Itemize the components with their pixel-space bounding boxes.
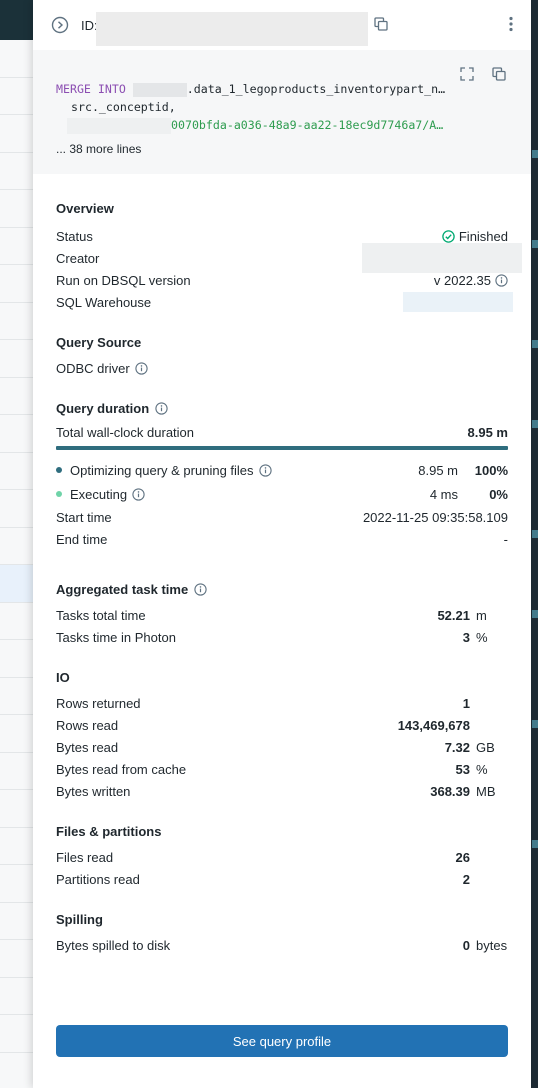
warehouse-redacted[interactable] [403, 292, 513, 312]
panel-header: ID: [33, 0, 531, 50]
driver-info-icon[interactable] [135, 361, 148, 375]
duration-row-optimizing: Optimizing query & pruning files 8.95 m … [56, 458, 508, 482]
expand-query-icon[interactable] [459, 66, 475, 82]
metric-row: Bytes read 7.32 GB [56, 739, 495, 755]
check-circle-icon [442, 229, 455, 243]
version-info-icon[interactable] [495, 273, 508, 287]
collapse-panel-icon[interactable] [51, 16, 69, 34]
spilling-title: Spilling [56, 912, 103, 927]
query-id-redacted [96, 12, 368, 46]
duration-info-icon[interactable] [155, 402, 168, 415]
copy-query-icon[interactable] [491, 66, 507, 82]
total-duration-row: Total wall-clock duration 8.95 m [56, 424, 508, 440]
end-time-row: End time - [56, 531, 508, 547]
duration-bar [56, 446, 508, 450]
aggregated-task-title: Aggregated task time [56, 582, 508, 597]
metric-row: Bytes spilled to disk 0 bytes [56, 937, 508, 953]
overview-title: Overview [56, 201, 114, 216]
more-options-icon[interactable] [503, 16, 519, 32]
metric-row: Rows read 143,469,678 [56, 717, 470, 733]
metric-row: Bytes read from cache 53% [56, 761, 488, 777]
query-text-preview: MERGE INTO .data_1_legoproducts_inventor… [33, 50, 531, 174]
driver-row: ODBC driver [56, 357, 508, 379]
metric-row: Files read 26 [56, 849, 470, 865]
query-line-1: MERGE INTO .data_1_legoproducts_inventor… [56, 82, 446, 97]
start-time-row: Start time 2022-11-25 09:35:58.109 [56, 509, 508, 525]
metric-row: Tasks total time 52.21 m [56, 607, 487, 623]
aggregated-info-icon[interactable] [194, 583, 207, 596]
metric-row: Bytes written 368.39 MB [56, 783, 496, 799]
query-line-3: 0070bfda-a036-48a9-aa22-18ec9d7746a7/A… [56, 116, 456, 134]
metric-row: Partitions read 2 [56, 871, 470, 887]
query-line-2: src._conceptid, [71, 100, 176, 114]
more-lines-link[interactable]: ... 38 more lines [56, 142, 508, 156]
creator-redacted [362, 243, 522, 273]
query-details-panel: ID: MERGE INTO .data_1_legoproducts_inve… [33, 0, 531, 1088]
creator-row: Creator [56, 243, 522, 273]
version-row: Run on DBSQL version v 2022.35 [56, 269, 508, 291]
query-duration-title: Query duration [56, 401, 508, 416]
optimizing-dot [56, 467, 62, 473]
metric-row: Rows returned 1 [56, 695, 470, 711]
files-partitions-title: Files & partitions [56, 824, 162, 839]
executing-info-icon[interactable] [132, 487, 145, 501]
redacted-path [67, 117, 171, 134]
see-query-profile-button[interactable]: See query profile [56, 1025, 508, 1057]
copy-id-icon[interactable] [373, 16, 389, 32]
duration-row-executing: Executing 4 ms 0% [56, 482, 508, 506]
optimizing-info-icon[interactable] [258, 463, 272, 477]
warehouse-row: SQL Warehouse [56, 291, 513, 313]
metric-row: Tasks time in Photon 3% [56, 629, 488, 645]
executing-dot [56, 491, 62, 497]
redacted-schema [132, 82, 187, 97]
status-badge: Finished [442, 229, 508, 244]
io-title: IO [56, 670, 70, 685]
query-source-title: Query Source [56, 335, 142, 350]
